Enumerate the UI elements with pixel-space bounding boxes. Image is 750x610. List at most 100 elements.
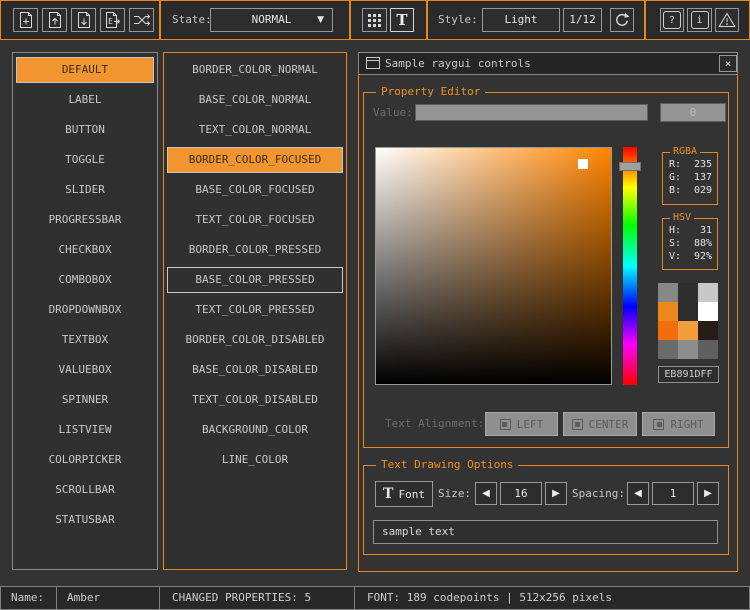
control-item[interactable]: COMBOBOX [16,267,154,293]
sample-text-input[interactable]: sample text [373,520,718,544]
window-close-button[interactable]: × [719,55,737,72]
property-item[interactable]: BASE_COLOR_FOCUSED [167,177,343,203]
hsv-group: HSV H:31 S:88% V:92% [662,218,718,270]
property-item[interactable]: TEXT_COLOR_FOCUSED [167,207,343,233]
property-item[interactable]: BASE_COLOR_DISABLED [167,357,343,383]
color-swatch[interactable] [678,283,698,302]
control-item[interactable]: BUTTON [16,117,154,143]
rgba-group: RGBA R:235 G:137 B:029 [662,152,718,205]
align-center-button[interactable]: CENTER [563,412,637,436]
file-export-button[interactable]: E [100,8,125,32]
align-center-icon [572,419,583,430]
color-swatch[interactable] [678,340,698,359]
chevron-down-icon: ▼ [317,9,324,31]
random-style-button[interactable] [129,8,154,32]
value-box[interactable]: 0 [660,103,726,122]
align-right-button[interactable]: RIGHT [642,412,715,436]
color-swatch[interactable] [658,283,678,302]
property-item[interactable]: LINE_COLOR [167,447,343,473]
property-item[interactable]: BORDER_COLOR_DISABLED [167,327,343,353]
spacing-value-box[interactable]: 1 [652,482,694,505]
hue-slider[interactable] [623,147,637,385]
font-button[interactable]: T Font [375,481,433,507]
name-label: Name: [0,586,57,610]
state-dropdown[interactable]: NORMAL ▼ [210,8,333,32]
style-name-button[interactable]: Light [482,8,560,32]
font-button-label: Font [398,488,425,501]
control-item[interactable]: VALUEBOX [16,357,154,383]
font-info-status: FONT: 189 codepoints | 512x256 pixels [354,586,750,610]
align-left-button[interactable]: LEFT [485,412,558,436]
size-label: Size: [438,482,471,505]
spacing-increase-button[interactable]: ▶ [697,482,719,505]
file-new-icon [18,11,34,29]
control-item[interactable]: DEFAULT [16,57,154,83]
property-item[interactable]: TEXT_COLOR_NORMAL [167,117,343,143]
color-swatch[interactable] [678,321,698,340]
control-item[interactable]: LABEL [16,87,154,113]
spacing-decrease-button[interactable]: ◀ [627,482,649,505]
rgba-green-row: G:137 [669,171,712,184]
issue-report-button[interactable] [715,8,739,32]
help-button[interactable]: ? [660,8,684,32]
color-swatch[interactable] [658,321,678,340]
property-item[interactable]: BORDER_COLOR_FOCUSED [167,147,343,173]
size-increase-button[interactable]: ▶ [545,482,567,505]
color-cursor[interactable] [578,159,588,169]
file-new-button[interactable] [13,8,38,32]
control-item[interactable]: STATUSBAR [16,507,154,533]
file-save-button[interactable] [71,8,96,32]
control-item[interactable]: LISTVIEW [16,417,154,443]
property-item[interactable]: BORDER_COLOR_NORMAL [167,57,343,83]
control-item[interactable]: SLIDER [16,177,154,203]
property-item[interactable]: TEXT_COLOR_PRESSED [167,297,343,323]
size-decrease-button[interactable]: ◀ [475,482,497,505]
property-item[interactable]: TEXT_COLOR_DISABLED [167,387,343,413]
window-icon [366,57,380,72]
font-t-icon: T [383,486,393,502]
rgba-red-row: R:235 [669,158,712,171]
random-shuffle-icon [133,12,151,28]
color-swatch[interactable] [698,302,718,321]
control-item[interactable]: DROPDOWNBOX [16,297,154,323]
color-swatch[interactable] [678,302,698,321]
color-swatch[interactable] [658,302,678,321]
text-alignment-label: Text Alignment: [385,412,484,436]
property-item[interactable]: BASE_COLOR_PRESSED [167,267,343,293]
control-item[interactable]: PROGRESSBAR [16,207,154,233]
property-editor-title: Property Editor [376,85,485,99]
style-name-value: Light [504,13,537,26]
color-swatch[interactable] [698,340,718,359]
control-item[interactable]: SCROLLBAR [16,477,154,503]
control-item[interactable]: TOGGLE [16,147,154,173]
info-button[interactable]: i [687,8,712,32]
properties-list: BORDER_COLOR_NORMAL BASE_COLOR_NORMAL TE… [163,52,347,570]
size-value-box[interactable]: 16 [500,482,542,505]
hsv-hue-row: H:31 [669,224,712,237]
text-drawing-options-title: Text Drawing Options [376,458,518,472]
property-item[interactable]: BORDER_COLOR_PRESSED [167,237,343,263]
control-item[interactable]: CHECKBOX [16,237,154,263]
align-left-label: LEFT [517,418,544,431]
reload-style-button[interactable] [610,8,634,32]
control-item[interactable]: TEXTBOX [16,327,154,353]
control-item[interactable]: SPINNER [16,387,154,413]
hex-color-input[interactable]: EB891DFF [658,366,719,383]
color-swatch[interactable] [698,283,718,302]
color-swatch[interactable] [698,321,718,340]
style-name-input[interactable]: Amber [56,586,160,610]
property-item[interactable]: BACKGROUND_COLOR [167,417,343,443]
hue-handle[interactable] [619,162,641,171]
control-item[interactable]: COLORPICKER [16,447,154,473]
arrow-left-icon: ◀ [634,488,642,499]
align-left-icon [500,419,511,430]
arrow-right-icon: ▶ [552,488,560,499]
property-item[interactable]: BASE_COLOR_NORMAL [167,87,343,113]
file-open-button[interactable] [42,8,67,32]
value-slider[interactable] [415,104,648,121]
color-swatch[interactable] [658,340,678,359]
color-saturation-panel[interactable] [375,147,612,385]
window-titlebar[interactable]: Sample raygui controls [358,52,738,75]
text-mode-button[interactable]: T [390,8,414,32]
grid-toggle-button[interactable] [362,8,387,32]
